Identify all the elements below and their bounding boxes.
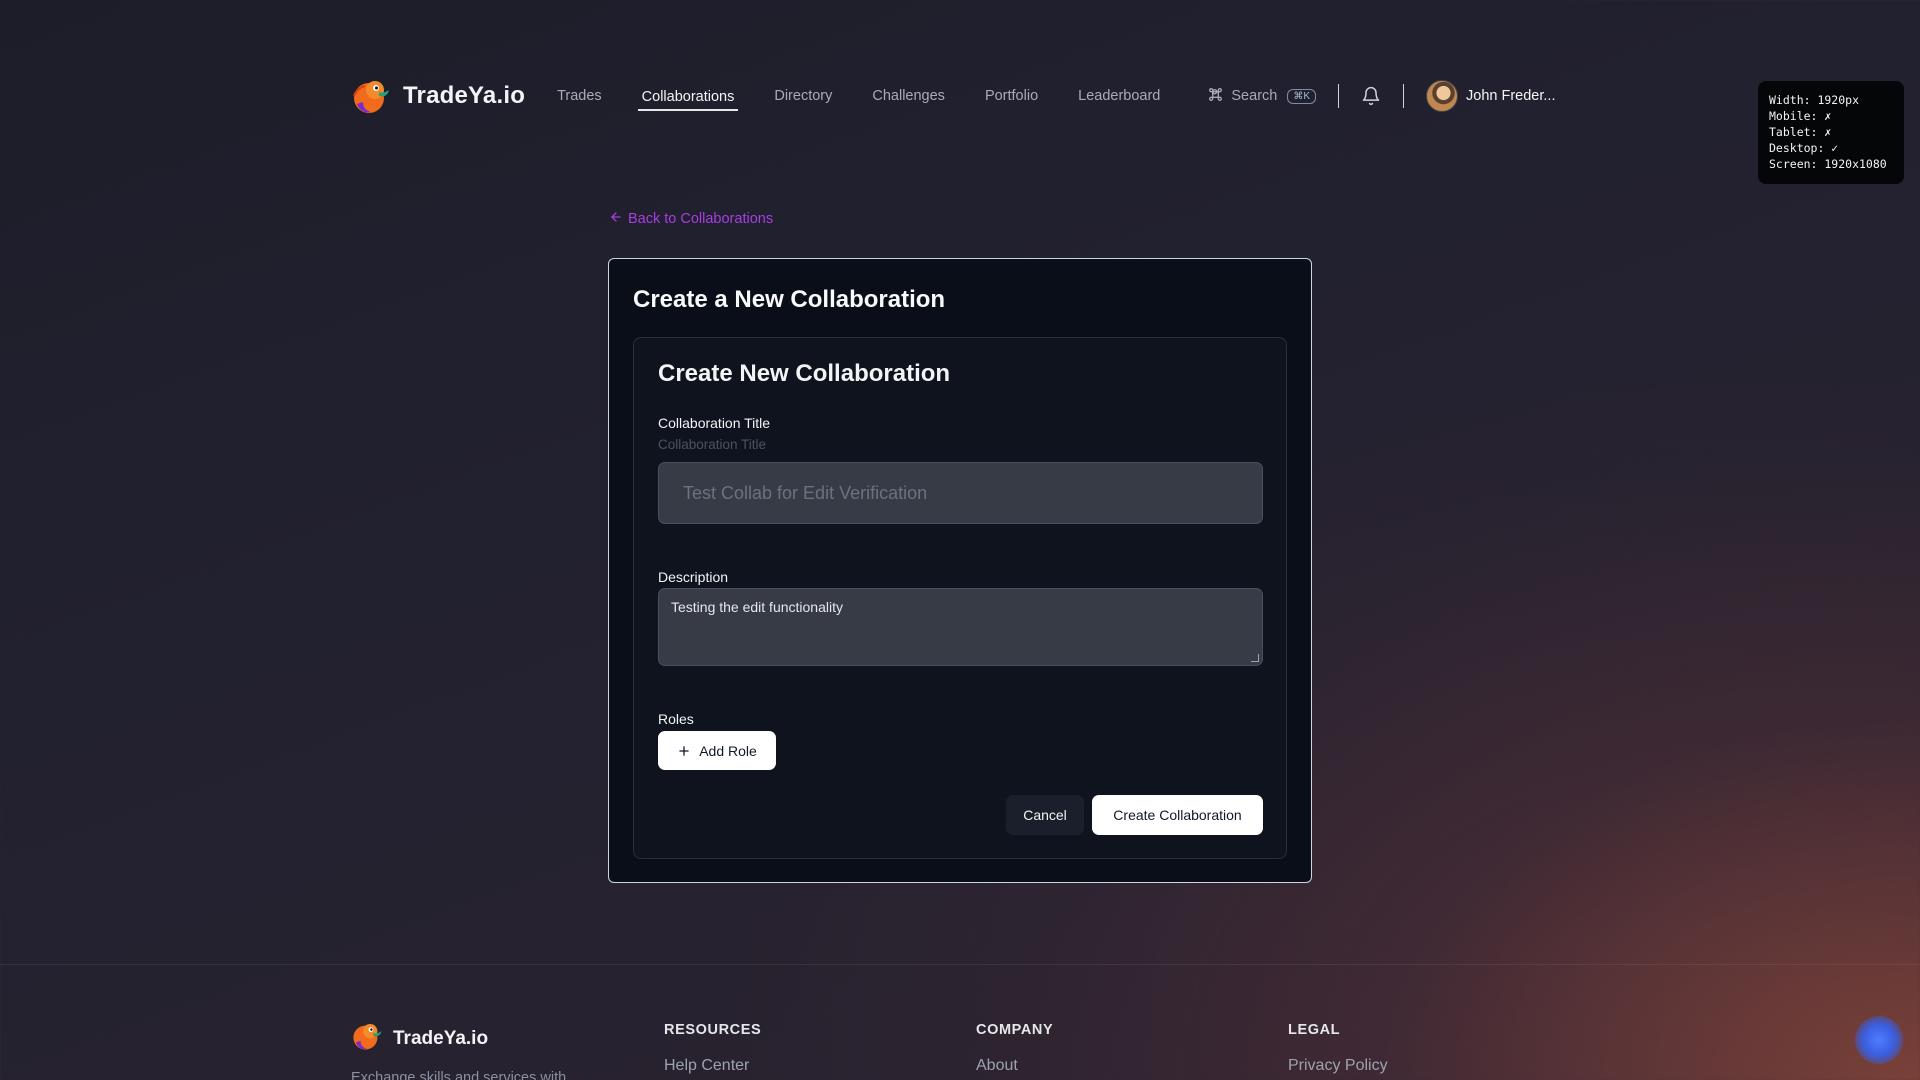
floating-assistant-button[interactable]	[1855, 1016, 1903, 1064]
title-field-hint: Collaboration Title	[658, 437, 767, 452]
avatar	[1426, 80, 1459, 112]
footer-heading-company: COMPANY	[976, 1022, 1054, 1038]
header-divider	[1403, 84, 1405, 108]
header-divider	[1338, 84, 1340, 108]
create-collaboration-card: Create a New Collaboration Create New Co…	[608, 258, 1312, 883]
roles-label: Roles	[658, 711, 694, 727]
footer-brand-logo[interactable]: TradeYa.io	[351, 1020, 488, 1057]
footer-link-privacy-policy[interactable]: Privacy Policy	[1288, 1057, 1388, 1075]
top-navbar: TradeYa.io Trades Collaborations Directo…	[351, 72, 1561, 120]
page-title: Create a New Collaboration	[633, 286, 946, 313]
search-label: Search	[1231, 88, 1278, 104]
description-field-label: Description	[658, 569, 729, 585]
nav-portfolio[interactable]: Portfolio	[981, 82, 1042, 110]
arrow-left-icon	[609, 210, 628, 228]
search-button[interactable]: Search ⌘K	[1208, 87, 1317, 106]
brand-logo-link[interactable]: TradeYa.io	[351, 76, 525, 116]
footer-heading-legal: LEGAL	[1288, 1022, 1341, 1038]
create-collaboration-button[interactable]: Create Collaboration	[1092, 795, 1263, 835]
nav-directory[interactable]: Directory	[770, 82, 836, 110]
notifications-bell-icon[interactable]	[1361, 86, 1381, 106]
command-icon	[1208, 87, 1223, 106]
back-to-collaborations-link[interactable]: Back to Collaborations	[609, 210, 773, 228]
brand-name: TradeYa.io	[403, 82, 526, 109]
nav-challenges[interactable]: Challenges	[868, 82, 949, 110]
form-title: Create New Collaboration	[658, 360, 951, 387]
chameleon-logo-icon	[351, 76, 391, 116]
resize-handle-icon[interactable]	[1251, 654, 1259, 662]
footer-divider	[0, 964, 1920, 965]
add-role-label: Add Role	[699, 742, 757, 759]
user-name: John Freder...	[1466, 88, 1556, 104]
add-role-button[interactable]: Add Role	[658, 731, 776, 770]
footer-tagline: Exchange skills and services with	[351, 1070, 567, 1080]
description-text: Testing the edit functionality	[671, 599, 843, 615]
footer-brand-name: TradeYa.io	[393, 1027, 489, 1049]
chameleon-logo-icon	[351, 1020, 383, 1057]
search-shortcut-badge: ⌘K	[1287, 88, 1317, 104]
viewport-debug-panel: Width: 1920px Mobile: ✗ Tablet: ✗ Deskto…	[1758, 81, 1904, 184]
nav-collaborations[interactable]: Collaborations	[637, 83, 739, 111]
back-link-label: Back to Collaborations	[628, 211, 774, 227]
user-menu[interactable]: John Freder...	[1426, 80, 1555, 112]
plus-icon	[677, 744, 691, 758]
title-field-label: Collaboration Title	[658, 415, 771, 431]
cancel-button[interactable]: Cancel	[1006, 795, 1084, 835]
footer-link-help-center[interactable]: Help Center	[664, 1057, 749, 1075]
footer-link-about[interactable]: About	[976, 1057, 1018, 1075]
main-nav: Trades Collaborations Directory Challeng…	[553, 81, 1196, 111]
footer-heading-resources: RESOURCES	[664, 1022, 762, 1038]
description-textarea[interactable]: Testing the edit functionality	[658, 588, 1263, 666]
nav-trades[interactable]: Trades	[553, 82, 606, 110]
collaboration-form: Create New Collaboration Collaboration T…	[633, 337, 1287, 859]
nav-leaderboard[interactable]: Leaderboard	[1074, 82, 1164, 110]
collaboration-title-input[interactable]: Test Collab for Edit Verification	[658, 462, 1263, 524]
